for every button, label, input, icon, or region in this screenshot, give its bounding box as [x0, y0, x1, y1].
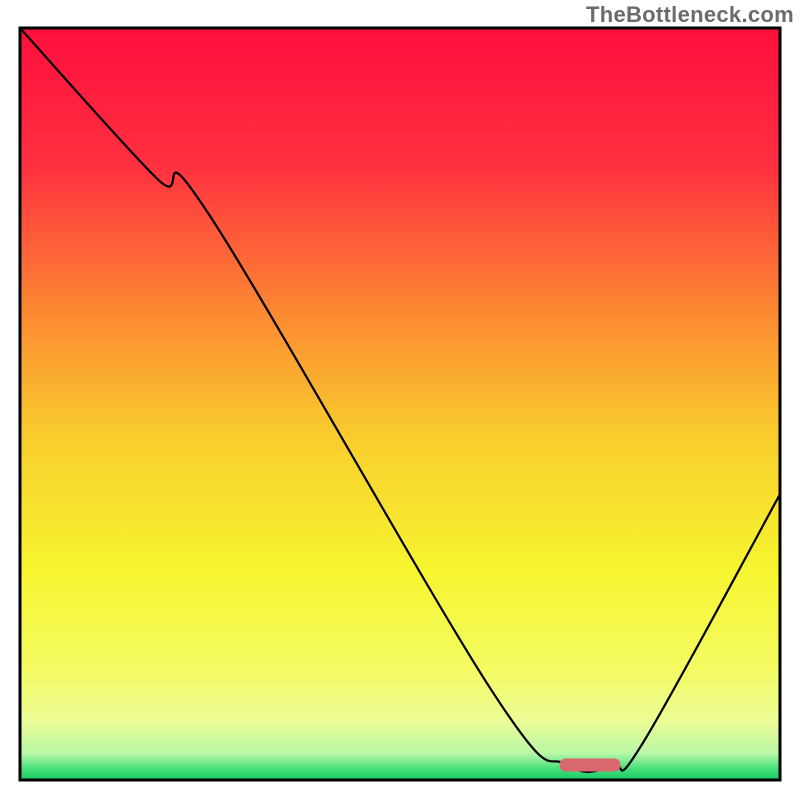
chart-container: TheBottleneck.com: [0, 0, 800, 800]
optimal-range-marker: [560, 758, 621, 771]
watermark-text: TheBottleneck.com: [586, 2, 794, 28]
gradient-background: [20, 28, 780, 780]
bottleneck-chart: [0, 0, 800, 800]
